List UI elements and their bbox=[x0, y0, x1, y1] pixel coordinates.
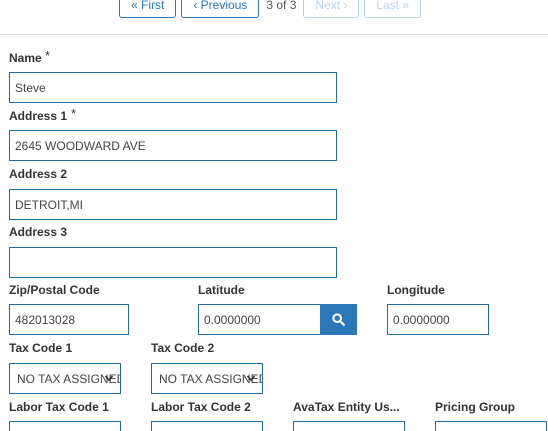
first-button[interactable]: « First bbox=[119, 0, 177, 18]
zip-field[interactable]: 482013028 bbox=[9, 304, 129, 335]
longitude-label: Longitude bbox=[387, 283, 445, 297]
avatax-entity-use-label: AvaTax Entity Us... bbox=[293, 400, 400, 414]
latitude-field[interactable]: 0.0000000 bbox=[198, 304, 321, 335]
labor-tax-code-1-label: Labor Tax Code 1 bbox=[9, 400, 109, 414]
tax-code-2-select[interactable]: NO TAX ASSIGNED bbox=[151, 363, 263, 394]
name-field[interactable]: Steve bbox=[9, 72, 337, 103]
tax-code-2-label: Tax Code 2 bbox=[151, 341, 215, 355]
pricing-group-select[interactable] bbox=[435, 421, 547, 431]
next-button[interactable]: Next › bbox=[303, 0, 360, 18]
header-divider bbox=[0, 34, 548, 35]
labor-tax-code-1-select[interactable] bbox=[9, 421, 121, 431]
address3-label: Address 3 bbox=[9, 225, 68, 239]
chevron-down-icon bbox=[104, 375, 114, 382]
labor-tax-code-2-select[interactable] bbox=[151, 421, 263, 431]
record-pager: « First ‹ Previous 3 of 3 Next › Last » bbox=[119, 0, 422, 18]
previous-button[interactable]: ‹ Previous bbox=[181, 0, 260, 18]
address2-label: Address 2 bbox=[9, 167, 68, 181]
chevron-down-icon bbox=[246, 375, 256, 382]
tax-code-1-select[interactable]: NO TAX ASSIGNED bbox=[9, 363, 121, 394]
avatax-entity-use-select[interactable] bbox=[293, 421, 405, 431]
latitude-label: Latitude bbox=[198, 283, 245, 297]
longitude-field[interactable]: 0.0000000 bbox=[387, 304, 489, 335]
search-icon bbox=[332, 313, 345, 326]
zip-label: Zip/Postal Code bbox=[9, 283, 100, 297]
address1-field[interactable]: 2645 WOODWARD AVE bbox=[9, 130, 337, 161]
address2-field[interactable]: DETROIT,MI bbox=[9, 189, 337, 220]
last-button[interactable]: Last » bbox=[364, 0, 422, 18]
tax-code-1-label: Tax Code 1 bbox=[9, 341, 73, 355]
labor-tax-code-2-label: Labor Tax Code 2 bbox=[151, 400, 251, 414]
name-required-mark: * bbox=[45, 48, 51, 63]
page-position: 3 of 3 bbox=[266, 0, 297, 12]
geocode-search-button[interactable] bbox=[320, 304, 357, 335]
address3-field[interactable] bbox=[9, 247, 337, 278]
address1-required-mark: * bbox=[71, 106, 77, 121]
address1-label: Address 1 bbox=[9, 109, 68, 123]
name-label: Name bbox=[9, 51, 42, 65]
pricing-group-label: Pricing Group bbox=[435, 400, 516, 414]
